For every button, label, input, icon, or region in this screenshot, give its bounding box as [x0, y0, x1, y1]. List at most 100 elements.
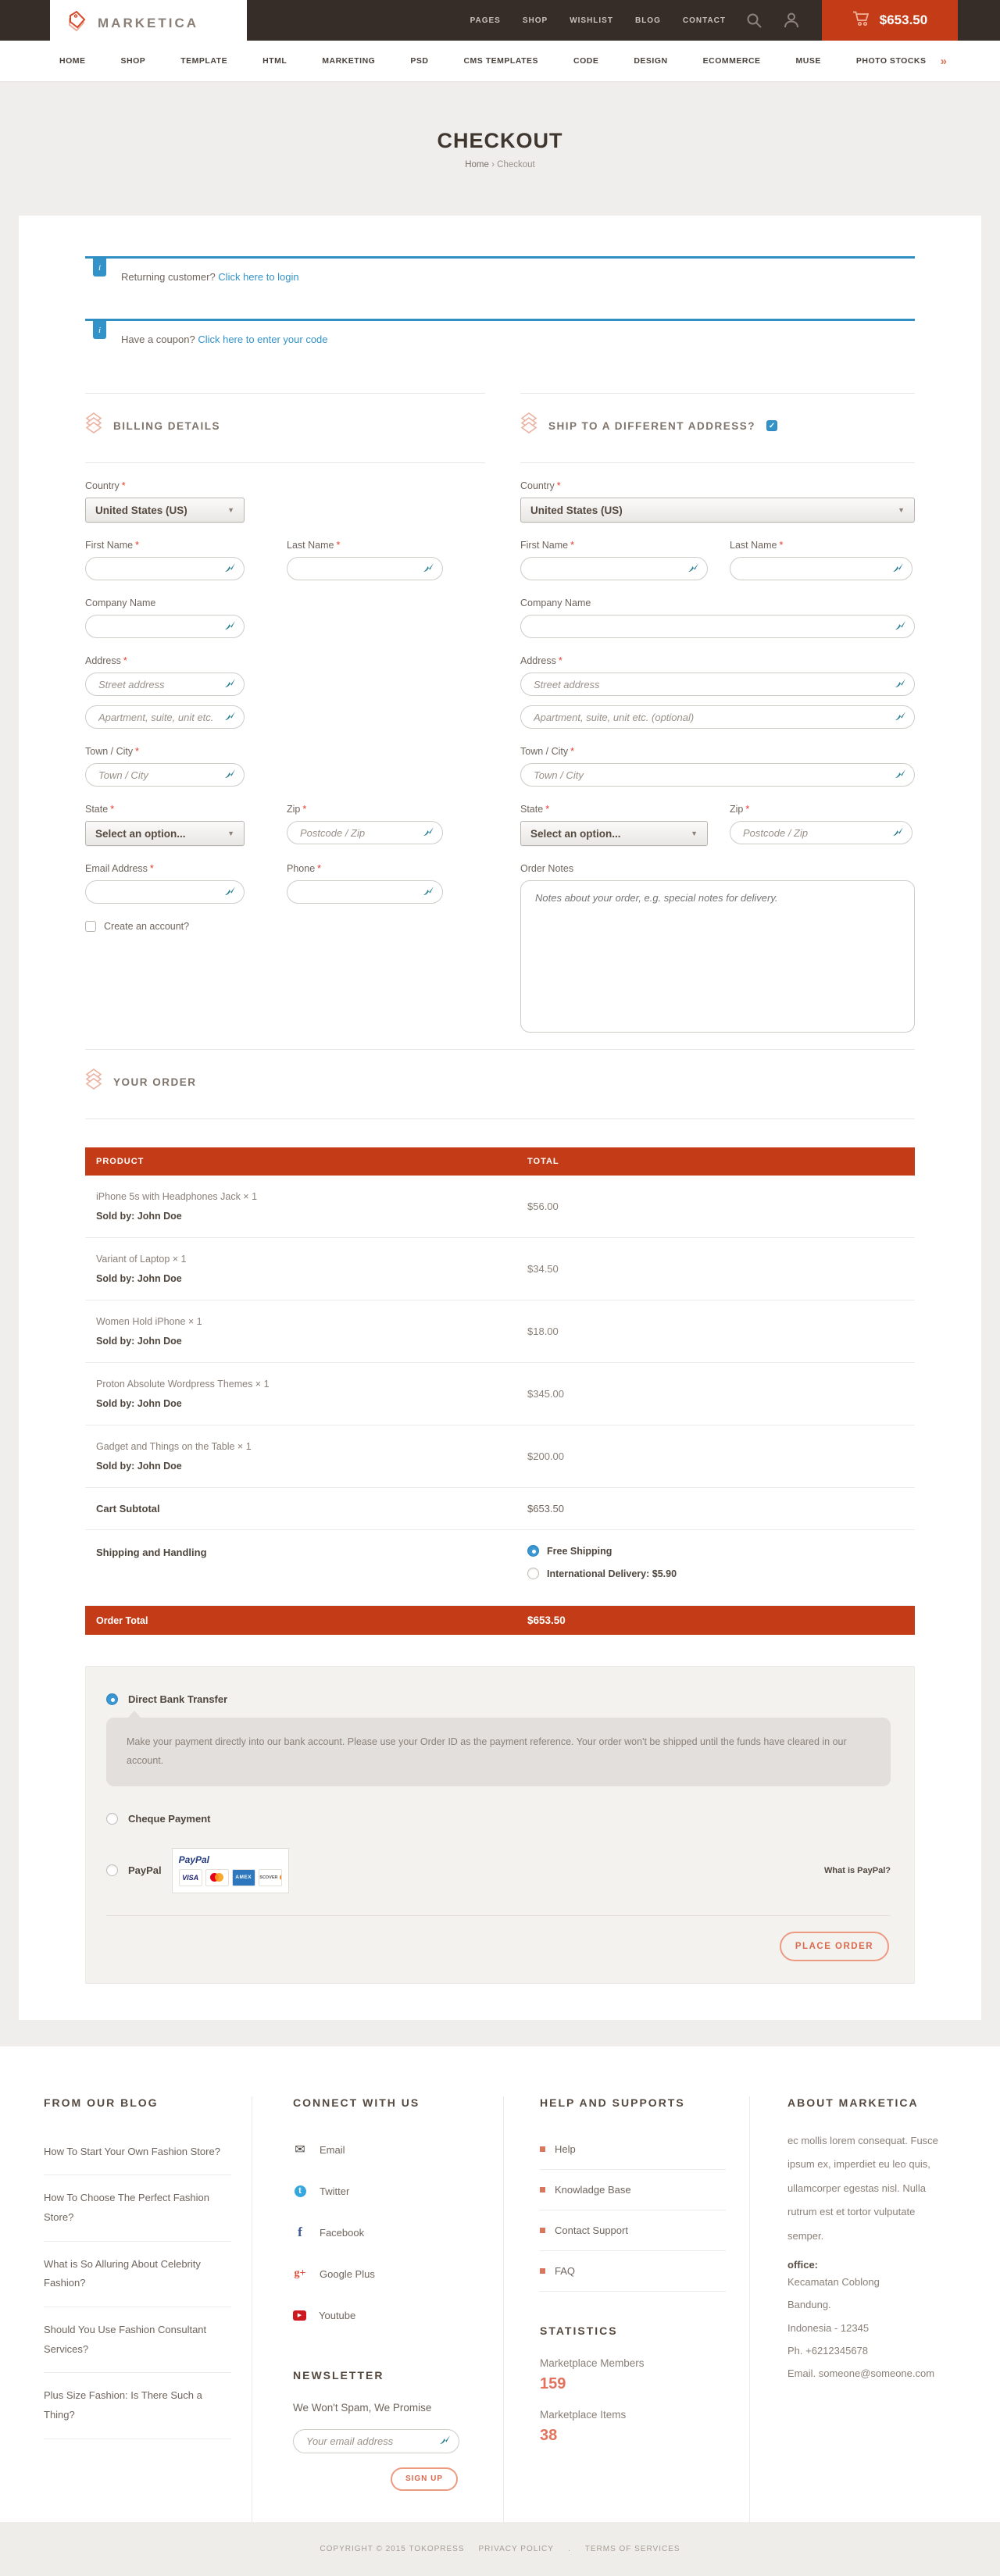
blog-post-link[interactable]: What is So Alluring About Celebrity Fash… [44, 2242, 231, 2307]
cheque-label: Cheque Payment [128, 1813, 210, 1825]
social-link[interactable]: Twitter [293, 2171, 480, 2212]
blog-post-link[interactable]: Should You Use Fashion Consultant Servic… [44, 2307, 231, 2373]
menu-item[interactable]: MARKETING [322, 56, 375, 66]
billing-zip-input[interactable] [287, 821, 443, 844]
product-seller: Sold by: John Doe [96, 1461, 527, 1472]
shipping-apartment-input[interactable] [520, 705, 915, 729]
top-nav-link[interactable]: WISHLIST [570, 16, 613, 25]
what-is-paypal-link[interactable]: What is PayPal? [824, 1866, 891, 1875]
blog-post-link[interactable]: Plus Size Fashion: Is There Such a Thing… [44, 2373, 231, 2439]
billing-apartment-input[interactable] [85, 705, 245, 729]
coupon-notice: i Have a coupon? Click here to enter you… [85, 319, 915, 355]
shipping-first-name-input[interactable] [520, 557, 708, 580]
terms-link[interactable]: TERMS OF SERVICES [585, 2545, 680, 2553]
shipping-option-radio[interactable] [527, 1545, 539, 1557]
paypal-radio[interactable] [106, 1864, 118, 1876]
billing-town-input[interactable] [85, 763, 245, 787]
privacy-policy-link[interactable]: PRIVACY POLICY [479, 2545, 554, 2553]
help-link[interactable]: Knowladge Base [540, 2170, 726, 2210]
shipping-town-label: Town / City* [520, 746, 915, 757]
billing-country-label: Country* [85, 480, 485, 491]
footer-connect-column: CONNECT WITH US Email Twitter Facebook [252, 2096, 504, 2522]
newsletter-email-input[interactable] [293, 2429, 459, 2453]
shipping-country-select[interactable]: United States (US)▼ [520, 498, 915, 523]
breadcrumb-separator: › [491, 160, 495, 169]
billing-country-select[interactable]: United States (US)▼ [85, 498, 245, 523]
menu-item[interactable]: SHOP [121, 56, 146, 66]
cheque-radio[interactable] [106, 1813, 118, 1825]
shipping-company-input[interactable] [520, 615, 915, 638]
ship-different-checkbox[interactable] [766, 420, 777, 431]
billing-last-name-input[interactable] [287, 557, 443, 580]
menu-more-icon[interactable]: » [941, 55, 947, 68]
address-line: Email. someone@someone.com [788, 2362, 950, 2385]
help-link[interactable]: Help [540, 2129, 726, 2170]
billing-state-select[interactable]: Select an option...▼ [85, 821, 245, 846]
social-link[interactable]: Google Plus [293, 2253, 480, 2295]
top-nav-link[interactable]: SHOP [523, 16, 548, 25]
paypal-logos-card: PayPal VISA AMEX DISCOVER [172, 1848, 289, 1893]
place-order-button[interactable]: PLACE ORDER [780, 1932, 889, 1961]
billing-company-input[interactable] [85, 615, 245, 638]
product-total: $56.00 [527, 1201, 559, 1212]
shipping-last-name-input[interactable] [730, 557, 912, 580]
blog-post-link[interactable]: How To Start Your Own Fashion Store? [44, 2129, 231, 2176]
shipping-company-label: Company Name [520, 598, 915, 608]
top-header: MARKETICA PAGESSHOPWISHLISTBLOGCONTACT $… [0, 0, 1000, 41]
order-row: Variant of Laptop × 1 Sold by: John Doe … [85, 1238, 915, 1300]
top-nav-link[interactable]: CONTACT [683, 16, 726, 25]
coupon-link[interactable]: Click here to enter your code [198, 334, 327, 345]
address-line: Kecamatan Coblong [788, 2271, 950, 2293]
billing-phone-input[interactable] [287, 880, 443, 904]
shipping-title: SHIP TO A DIFFERENT ADDRESS? [548, 420, 755, 432]
shipping-zip-input[interactable] [730, 821, 912, 844]
shipping-street-input[interactable] [520, 673, 915, 696]
help-link[interactable]: Contact Support [540, 2210, 726, 2251]
newsletter-title: NEWSLETTER [293, 2369, 480, 2382]
top-nav-link[interactable]: PAGES [470, 16, 501, 25]
help-link[interactable]: FAQ [540, 2251, 726, 2292]
logo[interactable]: MARKETICA [50, 0, 247, 47]
shipping-town-input[interactable] [520, 763, 915, 787]
shipping-option-label: Free Shipping [547, 1546, 612, 1557]
menu-item[interactable]: ECOMMERCE [703, 56, 761, 66]
menu-item[interactable]: DESIGN [634, 56, 667, 66]
billing-first-name-input[interactable] [85, 557, 245, 580]
billing-email-input[interactable] [85, 880, 245, 904]
social-link[interactable]: Youtube [293, 2295, 480, 2336]
cart-button[interactable]: $653.50 [822, 0, 958, 41]
social-link[interactable]: Email [293, 2129, 480, 2171]
footer-help-title: HELP AND SUPPORTS [540, 2096, 726, 2109]
billing-street-input[interactable] [85, 673, 245, 696]
account-icon[interactable] [783, 12, 800, 29]
page-header: CHECKOUT Home › Checkout [0, 82, 1000, 216]
menu-item[interactable]: CODE [573, 56, 598, 66]
footer-about-title: ABOUT MARKETICA [788, 2096, 950, 2109]
top-nav-link[interactable]: BLOG [635, 16, 661, 25]
menu-item[interactable]: CMS TEMPLATES [463, 56, 538, 66]
menu-item[interactable]: PSD [410, 56, 428, 66]
menu-item[interactable]: HOME [59, 56, 86, 66]
info-icon: i [93, 259, 106, 277]
menu-item[interactable]: PHOTO STOCKS [856, 56, 927, 66]
shipping-option-radio[interactable] [527, 1568, 539, 1579]
create-account-checkbox[interactable] [85, 921, 96, 932]
breadcrumb-home[interactable]: Home [465, 160, 489, 169]
order-notes-textarea[interactable] [520, 880, 915, 1033]
social-link[interactable]: Facebook [293, 2212, 480, 2253]
menu-item[interactable]: TEMPLATE [180, 56, 227, 66]
signup-button[interactable]: SIGN UP [391, 2467, 458, 2491]
billing-phone-label: Phone* [287, 863, 443, 874]
shipping-state-select[interactable]: Select an option...▼ [520, 821, 708, 846]
menu-item[interactable]: HTML [262, 56, 287, 66]
bank-transfer-radio[interactable] [106, 1693, 118, 1705]
blog-post-link[interactable]: How To Choose The Perfect Fashion Store? [44, 2175, 231, 2241]
footer-connect-title: CONNECT WITH US [293, 2096, 480, 2109]
page-title: CHECKOUT [0, 129, 1000, 153]
menu-item[interactable]: MUSE [796, 56, 821, 66]
bank-transfer-method: Direct Bank Transfer [106, 1693, 891, 1705]
login-link[interactable]: Click here to login [218, 271, 298, 283]
notice-text: Returning customer? [121, 271, 216, 283]
payment-panel: Direct Bank Transfer Make your payment d… [85, 1666, 915, 1984]
search-icon[interactable] [746, 12, 762, 29]
